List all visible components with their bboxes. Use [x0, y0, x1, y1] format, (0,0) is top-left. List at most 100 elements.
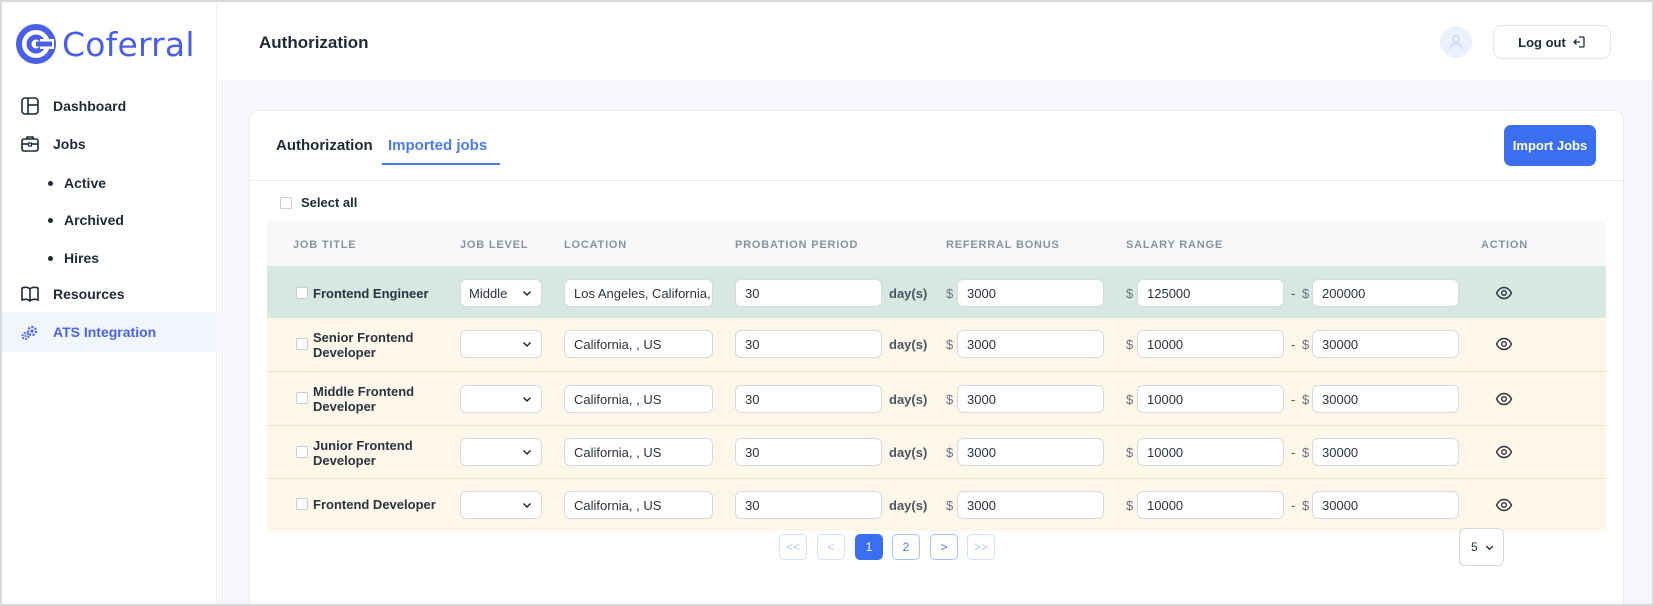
probation-input[interactable]: 30	[735, 438, 882, 466]
currency-symbol: $	[1302, 337, 1310, 352]
sidebar-item-dashboard[interactable]: Dashboard	[2, 86, 217, 126]
location-input[interactable]: Los Angeles, California,	[564, 279, 713, 307]
book-icon	[20, 284, 40, 304]
referral-bonus-input[interactable]: 3000	[957, 279, 1104, 307]
import-jobs-button[interactable]: Import Jobs	[1504, 125, 1596, 166]
chevron-down-icon	[1485, 545, 1494, 551]
job-title: Middle Frontend Developer	[313, 384, 415, 414]
page-1-button[interactable]: 1	[855, 534, 883, 560]
bullet-icon	[48, 217, 53, 223]
select-all[interactable]: Select all	[280, 195, 357, 210]
currency-symbol: $	[946, 286, 954, 301]
currency-symbol: $	[1126, 286, 1134, 301]
location-input[interactable]: California, , US	[564, 330, 713, 358]
app-window: Coferral Dashboard Jobs Active Archived …	[0, 0, 1654, 606]
job-title: Senior Frontend Developer	[313, 330, 414, 360]
sidebar-item-jobs[interactable]: Jobs	[2, 124, 217, 164]
table-header: JOB TITLE JOB LEVEL LOCATION PROBATION P…	[267, 221, 1606, 266]
chevron-down-icon	[522, 290, 532, 297]
row-checkbox[interactable]	[296, 287, 308, 299]
chevron-down-icon	[522, 396, 532, 403]
page-2-button[interactable]: 2	[892, 534, 920, 560]
eye-icon[interactable]	[1495, 335, 1513, 353]
row-checkbox[interactable]	[296, 498, 308, 510]
currency-symbol: $	[1126, 337, 1134, 352]
row-checkbox[interactable]	[296, 446, 308, 458]
probation-input[interactable]: 30	[735, 491, 882, 519]
currency-symbol: $	[946, 445, 954, 460]
job-level-select[interactable]: Middle	[460, 279, 542, 307]
probation-unit: day(s)	[889, 337, 928, 352]
salary-max-input[interactable]: 30000	[1312, 385, 1459, 413]
probation-unit: day(s)	[889, 286, 928, 301]
avatar[interactable]	[1440, 26, 1472, 58]
salary-min-input[interactable]: 10000	[1137, 438, 1284, 466]
select-all-checkbox[interactable]	[280, 196, 292, 209]
range-separator: -	[1291, 392, 1296, 407]
salary-min-input[interactable]: 10000	[1137, 330, 1284, 358]
row-checkbox[interactable]	[296, 338, 308, 350]
job-level-select[interactable]	[460, 385, 542, 413]
referral-bonus-input[interactable]: 3000	[957, 438, 1104, 466]
sidebar-item-resources[interactable]: Resources	[2, 274, 217, 314]
salary-min-input[interactable]: 10000	[1137, 385, 1284, 413]
brand-name: Coferral	[62, 24, 195, 64]
salary-min-input[interactable]: 125000	[1137, 279, 1284, 307]
prev-page-button[interactable]: <	[817, 534, 845, 560]
table-row: Frontend Engineer Middle Los Angeles, Ca…	[267, 266, 1606, 321]
last-page-button[interactable]: >>	[967, 534, 995, 560]
range-separator: -	[1291, 498, 1296, 513]
eye-icon[interactable]	[1495, 496, 1513, 514]
active-tab-indicator	[382, 163, 500, 165]
logo[interactable]: Coferral	[16, 24, 195, 64]
location-input[interactable]: California, , US	[564, 438, 713, 466]
probation-input[interactable]: 30	[735, 385, 882, 413]
tab-bar: Authorization Imported jobs Import Jobs	[250, 111, 1623, 181]
job-level-select[interactable]	[460, 330, 542, 358]
referral-bonus-input[interactable]: 3000	[957, 491, 1104, 519]
chevron-down-icon	[522, 449, 532, 456]
salary-max-input[interactable]: 200000	[1312, 279, 1459, 307]
logout-button[interactable]: Log out	[1493, 25, 1611, 59]
sidebar-item-label: Active	[64, 175, 107, 191]
next-page-button[interactable]: >	[930, 534, 958, 560]
sidebar-item-archived[interactable]: Archived	[48, 212, 124, 228]
header: Authorization Log out	[218, 2, 1652, 80]
job-title: Junior Frontend Developer	[313, 438, 413, 468]
eye-icon[interactable]	[1495, 284, 1513, 302]
tab-authorization[interactable]: Authorization	[276, 137, 373, 154]
job-level-select[interactable]	[460, 491, 542, 519]
probation-input[interactable]: 30	[735, 279, 882, 307]
tab-imported-jobs[interactable]: Imported jobs	[388, 137, 487, 154]
bullet-icon	[48, 255, 53, 261]
location-input[interactable]: California, , US	[564, 385, 713, 413]
probation-unit: day(s)	[889, 445, 928, 460]
eye-icon[interactable]	[1495, 443, 1513, 461]
currency-symbol: $	[946, 392, 954, 407]
eye-icon[interactable]	[1495, 390, 1513, 408]
referral-bonus-input[interactable]: 3000	[957, 330, 1104, 358]
row-checkbox[interactable]	[296, 392, 308, 404]
currency-symbol: $	[1126, 445, 1134, 460]
referral-bonus-input[interactable]: 3000	[957, 385, 1104, 413]
location-input[interactable]: California, , US	[564, 491, 713, 519]
page-size-select[interactable]: 5	[1459, 528, 1504, 566]
job-title: Frontend Engineer	[313, 286, 429, 301]
column-header: JOB LEVEL	[460, 239, 529, 251]
sidebar-item-hires[interactable]: Hires	[48, 250, 99, 266]
job-level-select[interactable]	[460, 438, 542, 466]
page-size-value: 5	[1471, 540, 1478, 554]
currency-symbol: $	[1302, 286, 1310, 301]
salary-max-input[interactable]: 30000	[1312, 491, 1459, 519]
column-header: REFERRAL BONUS	[946, 239, 1060, 251]
sidebar-item-ats-integration[interactable]: ATS Integration	[2, 312, 217, 352]
salary-max-input[interactable]: 30000	[1312, 330, 1459, 358]
salary-min-input[interactable]: 10000	[1137, 491, 1284, 519]
first-page-button[interactable]: <<	[779, 534, 807, 560]
chevron-down-icon	[522, 502, 532, 509]
sidebar-item-label: Hires	[64, 250, 100, 266]
job-level-value: Middle	[469, 285, 508, 301]
sidebar-item-active[interactable]: Active	[48, 175, 106, 191]
probation-input[interactable]: 30	[735, 330, 882, 358]
salary-max-input[interactable]: 30000	[1312, 438, 1459, 466]
